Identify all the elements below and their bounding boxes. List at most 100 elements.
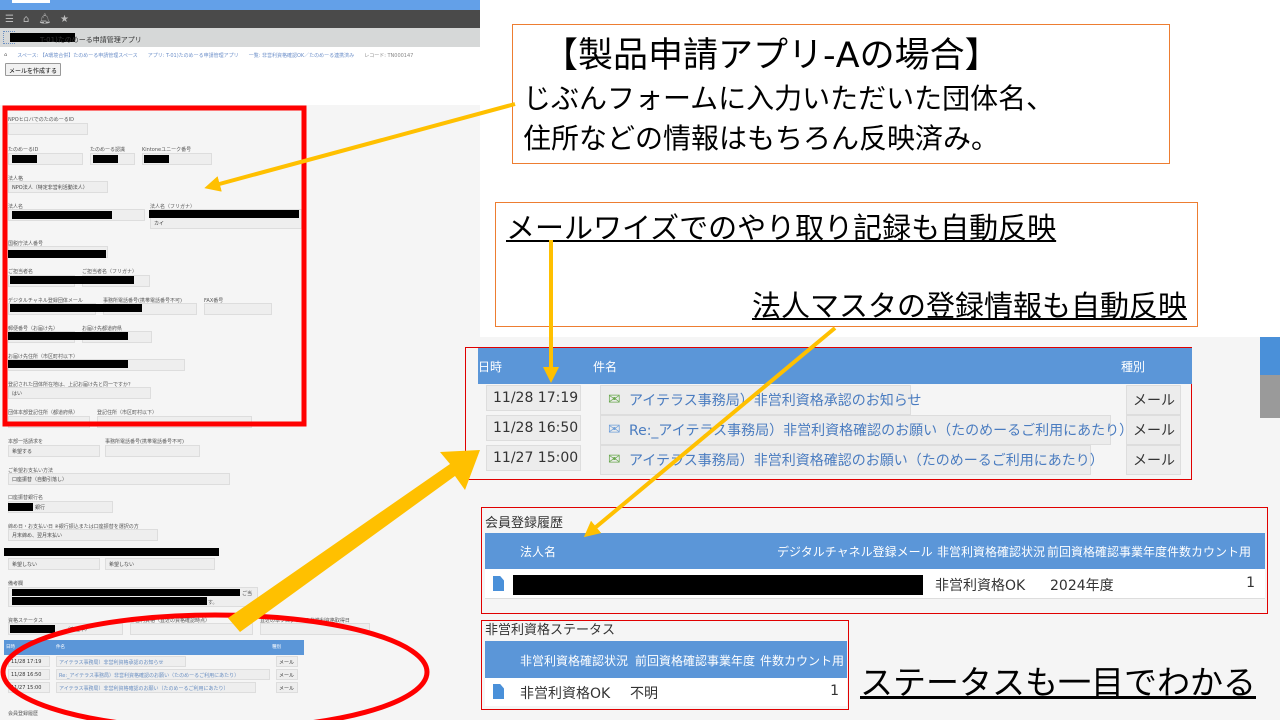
member-history-table: 会員登録履歴 法人名 デジタルチャネル登録メール 非営利資格確認状況 前回資格確… [481, 507, 1268, 614]
hq-pref-field[interactable] [8, 416, 90, 428]
callout-mailwise: メールワイズでのやり取り記録も自動反映 [506, 211, 1057, 245]
mail-type: メール [276, 656, 298, 667]
table-row[interactable]: 11/28 16:50 Re:_アイテラス事務局）非営利資格確認のお願い（たのめー… [4, 668, 304, 681]
mail-date: 11/28 17:19 [486, 385, 581, 411]
table-row[interactable]: 11/28 17:19 アイテラス事務局）非営利資格承認のお知らせ メール [4, 655, 304, 668]
section-title: 非営利資格ステータス [485, 623, 616, 638]
field-label: Kintoneユニーク番号 [142, 147, 192, 153]
callout-text: 住所などの情報はもちろん反映済み。 [523, 122, 1000, 155]
section-title: 会員登録履歴 [8, 711, 39, 717]
field-label: 団体本部登記住所（都道府県） [8, 410, 79, 416]
callout-form-reflected: 【製品申請アプリ-Aの場合】 じぶんフォームに入力いただいた団体名、 住所などの… [512, 24, 1170, 164]
column-header: 件数カウント用 [760, 654, 845, 668]
note-text: ご当 [242, 591, 253, 597]
table-row[interactable]: 非営利資格OK 2024年度 1 [485, 569, 1265, 599]
mail-type: メール [276, 669, 298, 680]
breadcrumb-app[interactable]: アプリ: T-01)たのめーる申請管理アプリ [148, 52, 239, 59]
column-header: 前回資格確認事業年度 [635, 654, 756, 668]
mail-subject-link[interactable]: Re:_アイテラス事務局）非営利資格確認のお願い（たのめーるご利用にあたり） [56, 669, 270, 680]
mail-subject-link[interactable]: アイテラス事務局）非営利資格確認のお願い（たのめーるご利用にあたり） [600, 445, 1104, 475]
column-header: 法人名 [520, 545, 557, 559]
mail-history-table: 日時 件名 種別 11/28 17:19 アイテラス事務局）非営利資格承認のお知… [465, 347, 1192, 480]
column-header: 種別 [272, 645, 281, 650]
breadcrumb-space[interactable]: スペース: 【A環境合併】たのめーる申請管理スペース [17, 52, 138, 59]
breadcrumb-view[interactable]: 一覧: 非営利資格確認OK／たのめーる連携済み [249, 52, 355, 59]
column-header: 種別 [1121, 360, 1146, 374]
npo-date-field[interactable] [260, 623, 370, 635]
hojinkaku-field[interactable]: NPO法人（特定非営利活動法人） [8, 181, 108, 193]
note-text: す。 [208, 600, 218, 606]
hq-addr-field[interactable] [97, 416, 252, 428]
column-header: 件数カウント用 [1167, 545, 1252, 559]
mail-subject-link[interactable]: アイテラス事務局）非営利資格確認のお願い（たのめーるご利用にあたり） [56, 682, 256, 693]
mail-date: 11/27 15:00 [8, 682, 50, 693]
closing-date-field[interactable]: 月末締め、翌月末払い [8, 529, 158, 541]
callout-text: じぶんフォームに入力いただいた団体名、 [523, 82, 1055, 115]
kintone-record-screenshot: ☰ ⌂ 🔔︎ ★ T-01)たのめーる申請管理アプリ ⌂ スペース: 【A環境合併】た… [0, 0, 480, 720]
npo-status-field[interactable] [130, 623, 253, 635]
field-label: 口座振替銀行名 [8, 495, 44, 501]
mail-date: 11/27 15:00 [486, 445, 581, 471]
mail-subject-link[interactable]: アイテラス事務局）非営利資格承認のお知らせ [600, 385, 921, 415]
mail-type: メール [1126, 445, 1181, 475]
fiscal-year: 不明 [630, 686, 658, 702]
fiscal-year: 2024年度 [1050, 578, 1114, 594]
option1-field[interactable]: 希望しない [8, 558, 100, 570]
field-label: 登記住所（市区町村以下） [97, 410, 158, 416]
mail-type: メール [1126, 385, 1181, 415]
column-header: デジタルチャネル登録メール [777, 545, 933, 559]
table-row[interactable]: 非営利資格OK 不明 1 [485, 678, 847, 706]
npo-status-table: 非営利資格ステータス 非営利資格確認状況 前回資格確認事業年度 件数カウント用 … [481, 620, 849, 710]
column-header: 前回資格確認事業年度 [1047, 545, 1168, 559]
option2-field[interactable]: 希望しない [105, 558, 215, 570]
mail-sent-icon: ✉ [608, 450, 621, 468]
field-label: たのめーるID [8, 147, 39, 153]
mail-sent-icon: ✉ [608, 390, 621, 408]
section-title: 会員登録履歴 [485, 516, 564, 531]
mini-mail-table: 日時 件名 種別 11/28 17:19 アイテラス事務局）非営利資格承認のお知らせメ… [4, 640, 304, 694]
chat-icon[interactable] [1260, 337, 1280, 375]
field-label: たのめーる認識 [90, 147, 126, 153]
document-icon[interactable] [493, 684, 504, 699]
field-label: ご担当者名 [8, 269, 34, 275]
document-icon[interactable] [493, 576, 504, 591]
star-icon[interactable]: ★ [60, 14, 69, 25]
mail-subject-link[interactable]: アイテラス事務局）非営利資格承認のお知らせ [56, 656, 186, 667]
callout-title: 【製品申請アプリ-Aの場合】 [543, 36, 1000, 76]
same-address-field[interactable]: はい [8, 387, 151, 399]
app-title-bar: T-01)たのめーる申請管理アプリ [0, 28, 480, 47]
npo-status: 非営利資格OK [935, 578, 1026, 594]
npo-id-field[interactable] [8, 123, 88, 135]
npo-status: 非営利資格OK [520, 686, 611, 702]
mail-type: メール [1126, 415, 1181, 445]
create-mail-button[interactable]: メールを作成する [5, 63, 62, 76]
app-title: T-01)たのめーる申請管理アプリ [40, 36, 142, 44]
callout-auto-reflect: メールワイズでのやり取り記録も自動反映 法人マスタの登録情報も自動反映 [495, 202, 1198, 327]
callout-master: 法人マスタの登録情報も自動反映 [751, 289, 1187, 323]
bulk-billing-field[interactable]: 希望する [8, 445, 100, 457]
count: 1 [830, 683, 839, 699]
tel2-field[interactable] [105, 445, 200, 457]
field-label: 備考欄 [8, 581, 24, 587]
home-icon[interactable]: ⌂ [4, 52, 7, 58]
column-header: 日時 [6, 645, 15, 650]
bell-icon[interactable]: 🔔︎ [38, 14, 51, 25]
column-header: 件名 [593, 360, 618, 374]
field-label: NPOヒロバでのたのめーるID [8, 117, 75, 123]
field-label: ご担当者名（フリガナ） [82, 269, 138, 275]
mail-received-icon: ✉ [608, 420, 621, 438]
field-label: 本部一括請求を [8, 439, 44, 445]
table-row[interactable]: 11/27 15:00 アイテラス事務局）非営利資格確認のお願い（たのめーるご利用… [4, 681, 304, 694]
breadcrumb: ⌂ スペース: 【A環境合併】たのめーる申請管理スペース アプリ: T-01)た… [0, 47, 480, 63]
side-tool-icon[interactable] [1260, 375, 1280, 418]
field-label: 事務所電話番号(携帯電話番号不可) [105, 439, 184, 445]
column-header: 件名 [56, 645, 65, 650]
menu-icon[interactable]: ☰ [5, 14, 14, 25]
mail-subject-link[interactable]: Re:_アイテラス事務局）非営利資格確認のお願い（たのめーるご利用にあたり） [600, 415, 1133, 445]
mail-date: 11/28 17:19 [8, 656, 50, 667]
payment-method-field[interactable]: 口座振替（自動引落し） [8, 473, 230, 485]
mail-date: 11/28 16:50 [486, 415, 581, 441]
fax-field[interactable] [204, 303, 272, 315]
column-header: 非営利資格確認状況 [520, 654, 629, 668]
home-icon[interactable]: ⌂ [23, 14, 29, 25]
